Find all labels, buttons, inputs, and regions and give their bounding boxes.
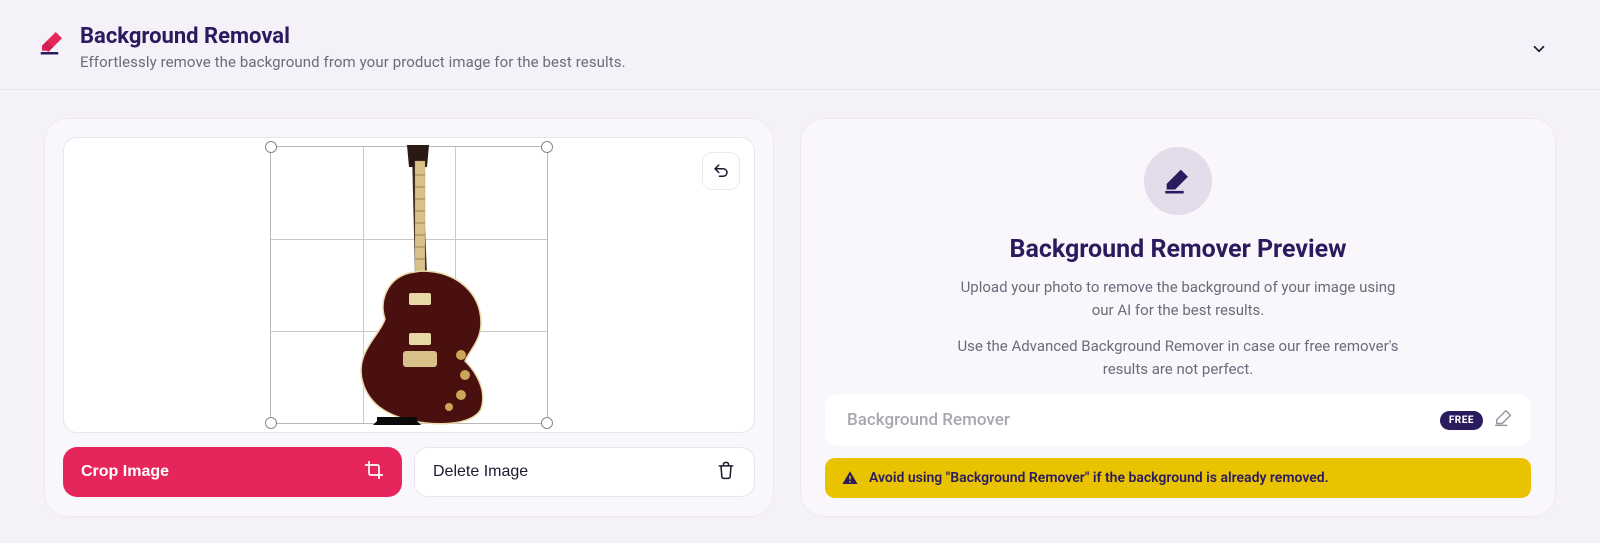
crop-image-button[interactable]: Crop Image: [63, 447, 402, 497]
chevron-down-icon[interactable]: [1530, 40, 1548, 62]
eraser-outline-icon: [1493, 407, 1515, 433]
page-title: Background Removal: [80, 24, 1564, 49]
crop-handle-bl[interactable]: [265, 417, 277, 429]
crop-panel: Crop Image Delete Image: [44, 118, 774, 517]
crop-frame[interactable]: [270, 146, 548, 424]
crop-area[interactable]: [63, 137, 755, 433]
delete-image-label: Delete Image: [433, 463, 528, 481]
trash-icon: [716, 460, 736, 485]
preview-desc-2: Use the Advanced Background Remover in c…: [948, 335, 1408, 380]
preview-desc-1: Upload your photo to remove the backgrou…: [948, 276, 1408, 321]
crop-handle-tr[interactable]: [541, 141, 553, 153]
preview-title: Background Remover Preview: [819, 235, 1537, 264]
crop-icon: [364, 460, 384, 485]
product-image: [309, 145, 509, 425]
free-badge: FREE: [1440, 411, 1483, 430]
undo-button[interactable]: [702, 152, 740, 190]
preview-panel: Background Remover Preview Upload your p…: [800, 118, 1556, 517]
crop-handle-br[interactable]: [541, 417, 553, 429]
delete-image-button[interactable]: Delete Image: [414, 447, 755, 497]
warning-banner: Avoid using "Background Remover" if the …: [825, 458, 1531, 498]
crop-handle-tl[interactable]: [265, 141, 277, 153]
crop-image-label: Crop Image: [81, 463, 169, 481]
main-content: Crop Image Delete Image Background Remov…: [0, 90, 1600, 543]
warning-icon: [841, 469, 859, 487]
section-header: Background Removal Effortlessly remove t…: [0, 0, 1600, 90]
warning-text: Avoid using "Background Remover" if the …: [869, 470, 1329, 486]
remover-label: Background Remover: [847, 410, 1440, 430]
background-remover-option[interactable]: Background Remover FREE: [825, 394, 1531, 446]
eraser-circle-icon: [1144, 147, 1212, 215]
page-subtitle: Effortlessly remove the background from …: [80, 53, 1564, 71]
eraser-icon: [36, 26, 68, 58]
buttons-row: Crop Image Delete Image: [63, 447, 755, 497]
